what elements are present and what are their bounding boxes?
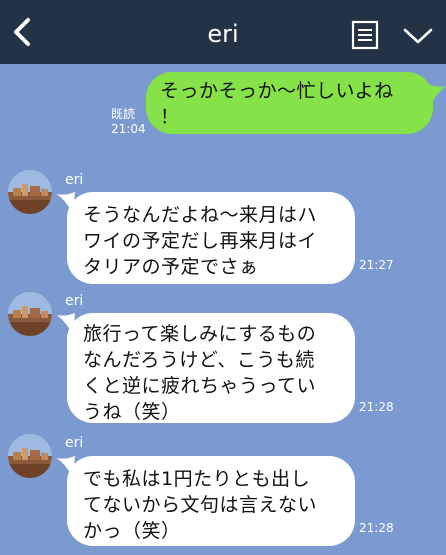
message-line: かっ（笑）: [83, 520, 181, 542]
received-message-bubble[interactable]: そうなんだよね〜来月はハ ワイの予定だし再来月はイ タリアの予定でさぁ: [67, 192, 355, 284]
message-time: 21:04: [111, 122, 146, 136]
message-line: そっかそっか〜忙しいよね: [160, 80, 394, 102]
sender-name: eri: [65, 435, 84, 451]
message-line: なんだろうけど、こうも続: [83, 349, 315, 371]
received-message-bubble[interactable]: でも私は1円たりとも出し てないから文句は言えない かっ（笑）: [67, 456, 355, 546]
avatar[interactable]: [8, 292, 52, 336]
message-time: 21:27: [359, 258, 394, 272]
message-line: ワイの予定だし再来月はイ: [83, 230, 318, 252]
chevron-down-icon: [403, 28, 433, 44]
message-time: 21:28: [359, 521, 394, 535]
message-line: 旅行って楽しみにするもの: [83, 323, 317, 345]
sender-name: eri: [65, 293, 84, 309]
message-line: タリアの予定でさぁ: [83, 256, 259, 278]
menu-toggle-button[interactable]: [402, 26, 434, 46]
chat-header: eri: [0, 0, 446, 64]
avatar[interactable]: [8, 434, 52, 478]
message-line: ！: [160, 106, 180, 128]
message-line: てないから文句は言えない: [83, 494, 318, 516]
my-message-bubble[interactable]: そっかそっか〜忙しいよね ！: [146, 72, 433, 134]
note-icon: [351, 20, 379, 50]
chat-title: eri: [207, 20, 239, 48]
profile-photo-icon: [8, 170, 52, 214]
read-receipt: 既読: [111, 107, 136, 121]
message-line: うね（笑）: [83, 401, 181, 423]
message-line: でも私は1円たりとも出し: [83, 468, 311, 490]
message-time: 21:28: [359, 400, 394, 414]
avatar[interactable]: [8, 170, 52, 214]
message-line: そうなんだよね〜来月はハ: [83, 204, 318, 226]
note-button[interactable]: [351, 20, 379, 50]
message-line: くと逆に疲れちゃうってい: [83, 375, 317, 397]
sender-name: eri: [65, 172, 84, 188]
profile-photo-icon: [8, 434, 52, 478]
profile-photo-icon: [8, 292, 52, 336]
received-message-bubble[interactable]: 旅行って楽しみにするもの なんだろうけど、こうも続 くと逆に疲れちゃうってい う…: [67, 313, 355, 423]
